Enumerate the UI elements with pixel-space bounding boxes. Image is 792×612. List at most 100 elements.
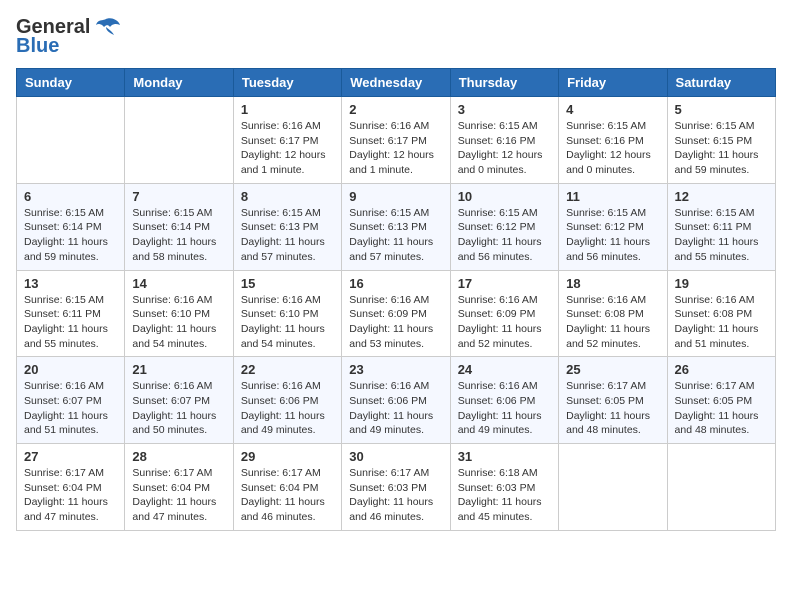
day-info: Sunrise: 6:17 AMSunset: 6:04 PMDaylight:… <box>241 466 334 525</box>
calendar-cell <box>559 444 667 531</box>
day-info: Sunrise: 6:16 AMSunset: 6:06 PMDaylight:… <box>241 379 334 438</box>
day-number: 7 <box>132 189 225 204</box>
calendar-cell: 17 Sunrise: 6:16 AMSunset: 6:09 PMDayligh… <box>450 270 558 357</box>
day-info: Sunrise: 6:16 AMSunset: 6:06 PMDaylight:… <box>349 379 442 438</box>
day-info: Sunrise: 6:16 AMSunset: 6:07 PMDaylight:… <box>132 379 225 438</box>
day-info: Sunrise: 6:16 AMSunset: 6:08 PMDaylight:… <box>566 293 659 352</box>
calendar-table: SundayMondayTuesdayWednesdayThursdayFrid… <box>16 68 776 531</box>
calendar-cell: 27 Sunrise: 6:17 AMSunset: 6:04 PMDayligh… <box>17 444 125 531</box>
calendar-cell: 21 Sunrise: 6:16 AMSunset: 6:07 PMDayligh… <box>125 357 233 444</box>
calendar-cell: 16Sunrise: 6:16 AMSunset: 6:09 PMDayligh… <box>342 270 450 357</box>
calendar-week-row: 1 Sunrise: 6:16 AMSunset: 6:17 PMDaylight… <box>17 97 776 184</box>
weekday-header: Sunday <box>17 69 125 97</box>
day-number: 29 <box>241 449 334 464</box>
day-number: 24 <box>458 362 551 377</box>
day-info: Sunrise: 6:17 AMSunset: 6:03 PMDaylight:… <box>349 466 442 525</box>
day-number: 20 <box>24 362 117 377</box>
calendar-cell: 2 Sunrise: 6:16 AMSunset: 6:17 PMDaylight… <box>342 97 450 184</box>
day-number: 1 <box>241 102 334 117</box>
calendar-week-row: 6 Sunrise: 6:15 AMSunset: 6:14 PMDaylight… <box>17 183 776 270</box>
calendar-cell: 18 Sunrise: 6:16 AMSunset: 6:08 PMDayligh… <box>559 270 667 357</box>
calendar-cell: 22 Sunrise: 6:16 AMSunset: 6:06 PMDayligh… <box>233 357 341 444</box>
calendar-cell: 25 Sunrise: 6:17 AMSunset: 6:05 PMDayligh… <box>559 357 667 444</box>
day-number: 14 <box>132 276 225 291</box>
day-info: Sunrise: 6:15 AMSunset: 6:15 PMDaylight:… <box>675 119 768 178</box>
day-info: Sunrise: 6:15 AMSunset: 6:11 PMDaylight:… <box>24 293 117 352</box>
day-number: 25 <box>566 362 659 377</box>
calendar-cell: 10Sunrise: 6:15 AMSunset: 6:12 PMDayligh… <box>450 183 558 270</box>
day-info: Sunrise: 6:16 AMSunset: 6:08 PMDaylight:… <box>675 293 768 352</box>
day-info: Sunrise: 6:15 AMSunset: 6:13 PMDaylight:… <box>241 206 334 265</box>
day-info: Sunrise: 6:16 AMSunset: 6:09 PMDaylight:… <box>458 293 551 352</box>
calendar-cell: 28 Sunrise: 6:17 AMSunset: 6:04 PMDayligh… <box>125 444 233 531</box>
day-number: 30 <box>349 449 442 464</box>
day-info: Sunrise: 6:16 AMSunset: 6:10 PMDaylight:… <box>241 293 334 352</box>
weekday-header-row: SundayMondayTuesdayWednesdayThursdayFrid… <box>17 69 776 97</box>
calendar-cell: 6 Sunrise: 6:15 AMSunset: 6:14 PMDaylight… <box>17 183 125 270</box>
page-header: General Blue <box>16 16 776 58</box>
calendar-cell: 20 Sunrise: 6:16 AMSunset: 6:07 PMDayligh… <box>17 357 125 444</box>
day-number: 11 <box>566 189 659 204</box>
day-number: 17 <box>458 276 551 291</box>
calendar-cell: 12Sunrise: 6:15 AMSunset: 6:11 PMDayligh… <box>667 183 775 270</box>
day-info: Sunrise: 6:15 AMSunset: 6:12 PMDaylight:… <box>566 206 659 265</box>
weekday-header: Saturday <box>667 69 775 97</box>
calendar-cell: 1 Sunrise: 6:16 AMSunset: 6:17 PMDaylight… <box>233 97 341 184</box>
day-info: Sunrise: 6:17 AMSunset: 6:05 PMDaylight:… <box>675 379 768 438</box>
day-info: Sunrise: 6:16 AMSunset: 6:10 PMDaylight:… <box>132 293 225 352</box>
calendar-week-row: 20 Sunrise: 6:16 AMSunset: 6:07 PMDayligh… <box>17 357 776 444</box>
day-info: Sunrise: 6:15 AMSunset: 6:12 PMDaylight:… <box>458 206 551 265</box>
calendar-cell: 8 Sunrise: 6:15 AMSunset: 6:13 PMDaylight… <box>233 183 341 270</box>
day-info: Sunrise: 6:15 AMSunset: 6:16 PMDaylight:… <box>566 119 659 178</box>
day-info: Sunrise: 6:18 AMSunset: 6:03 PMDaylight:… <box>458 466 551 525</box>
day-number: 8 <box>241 189 334 204</box>
day-info: Sunrise: 6:15 AMSunset: 6:14 PMDaylight:… <box>24 206 117 265</box>
day-info: Sunrise: 6:16 AMSunset: 6:06 PMDaylight:… <box>458 379 551 438</box>
calendar-cell: 3Sunrise: 6:15 AMSunset: 6:16 PMDaylight… <box>450 97 558 184</box>
calendar-cell <box>125 97 233 184</box>
calendar-cell: 26 Sunrise: 6:17 AMSunset: 6:05 PMDayligh… <box>667 357 775 444</box>
weekday-header: Thursday <box>450 69 558 97</box>
day-info: Sunrise: 6:17 AMSunset: 6:04 PMDaylight:… <box>24 466 117 525</box>
day-number: 28 <box>132 449 225 464</box>
logo: General Blue <box>16 16 120 58</box>
day-number: 2 <box>349 102 442 117</box>
day-number: 27 <box>24 449 117 464</box>
calendar-cell: 13 Sunrise: 6:15 AMSunset: 6:11 PMDayligh… <box>17 270 125 357</box>
calendar-cell: 19 Sunrise: 6:16 AMSunset: 6:08 PMDayligh… <box>667 270 775 357</box>
day-number: 31 <box>458 449 551 464</box>
day-number: 9 <box>349 189 442 204</box>
day-number: 4 <box>566 102 659 117</box>
calendar-cell: 15Sunrise: 6:16 AMSunset: 6:10 PMDayligh… <box>233 270 341 357</box>
calendar-cell: 4 Sunrise: 6:15 AMSunset: 6:16 PMDaylight… <box>559 97 667 184</box>
day-number: 5 <box>675 102 768 117</box>
day-info: Sunrise: 6:16 AMSunset: 6:07 PMDaylight:… <box>24 379 117 438</box>
day-number: 6 <box>24 189 117 204</box>
day-number: 18 <box>566 276 659 291</box>
day-info: Sunrise: 6:15 AMSunset: 6:13 PMDaylight:… <box>349 206 442 265</box>
day-number: 13 <box>24 276 117 291</box>
day-info: Sunrise: 6:16 AMSunset: 6:17 PMDaylight:… <box>241 119 334 178</box>
calendar-cell: 11 Sunrise: 6:15 AMSunset: 6:12 PMDayligh… <box>559 183 667 270</box>
calendar-week-row: 13 Sunrise: 6:15 AMSunset: 6:11 PMDayligh… <box>17 270 776 357</box>
weekday-header: Friday <box>559 69 667 97</box>
day-info: Sunrise: 6:16 AMSunset: 6:17 PMDaylight:… <box>349 119 442 178</box>
calendar-cell: 30 Sunrise: 6:17 AMSunset: 6:03 PMDayligh… <box>342 444 450 531</box>
day-number: 26 <box>675 362 768 377</box>
calendar-week-row: 27 Sunrise: 6:17 AMSunset: 6:04 PMDayligh… <box>17 444 776 531</box>
day-number: 22 <box>241 362 334 377</box>
calendar-cell: 31 Sunrise: 6:18 AMSunset: 6:03 PMDayligh… <box>450 444 558 531</box>
day-number: 19 <box>675 276 768 291</box>
day-info: Sunrise: 6:17 AMSunset: 6:04 PMDaylight:… <box>132 466 225 525</box>
calendar-cell: 29 Sunrise: 6:17 AMSunset: 6:04 PMDayligh… <box>233 444 341 531</box>
day-number: 21 <box>132 362 225 377</box>
day-info: Sunrise: 6:16 AMSunset: 6:09 PMDaylight:… <box>349 293 442 352</box>
logo-bird-icon <box>92 17 120 39</box>
calendar-cell <box>17 97 125 184</box>
calendar-cell: 23Sunrise: 6:16 AMSunset: 6:06 PMDayligh… <box>342 357 450 444</box>
calendar-cell: 24 Sunrise: 6:16 AMSunset: 6:06 PMDayligh… <box>450 357 558 444</box>
calendar-cell: 5 Sunrise: 6:15 AMSunset: 6:15 PMDaylight… <box>667 97 775 184</box>
calendar-cell: 9 Sunrise: 6:15 AMSunset: 6:13 PMDaylight… <box>342 183 450 270</box>
day-info: Sunrise: 6:17 AMSunset: 6:05 PMDaylight:… <box>566 379 659 438</box>
day-number: 12 <box>675 189 768 204</box>
